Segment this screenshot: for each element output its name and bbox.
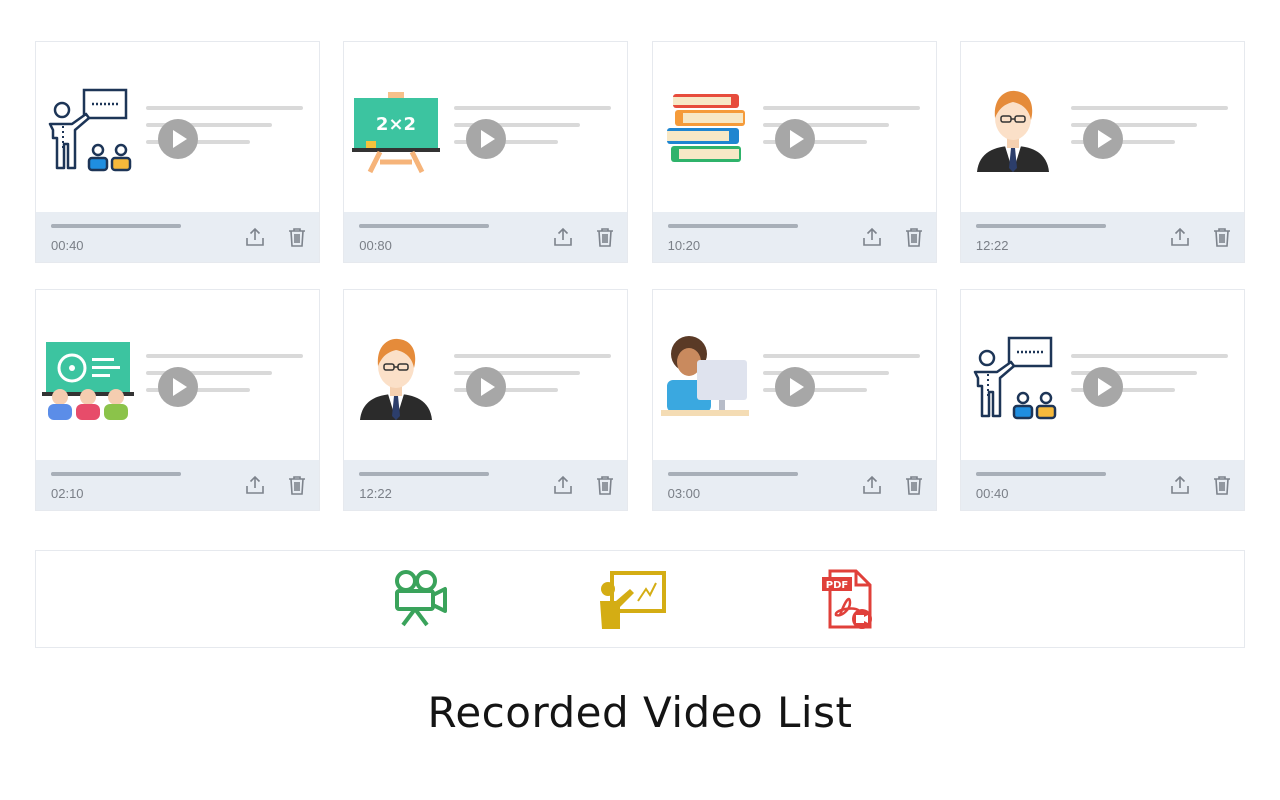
trash-icon[interactable] [1211, 474, 1233, 496]
trash-icon[interactable] [1211, 226, 1233, 248]
video-duration: 00:40 [975, 486, 1009, 501]
presentation-board-icon[interactable] [598, 571, 668, 629]
video-duration: 00:40 [51, 238, 84, 253]
card-footer: 00:40 [960, 460, 1244, 510]
video-card[interactable]: 03:00 [651, 289, 937, 511]
teacher-avatar-icon [967, 82, 1059, 174]
teacher-presenting-icon [967, 330, 1059, 422]
recording-tools-bar: PDF [35, 550, 1245, 648]
progress-bar [359, 224, 490, 228]
teacher-presenting-icon [42, 82, 134, 174]
trash-icon[interactable] [594, 226, 616, 248]
card-footer: 03:00 [652, 460, 936, 510]
upload-icon[interactable] [861, 474, 883, 496]
upload-icon[interactable] [552, 226, 574, 248]
svg-text:PDF: PDF [826, 580, 848, 591]
progress-bar [667, 224, 798, 228]
trash-icon[interactable] [286, 474, 308, 496]
play-button[interactable] [466, 367, 507, 407]
video-grid: 00:40 2×2 00:80 10:20 12:22 02:10 12:22 … [35, 41, 1245, 511]
video-duration: 00:80 [359, 238, 392, 253]
video-duration: 12:22 [975, 238, 1009, 253]
upload-icon[interactable] [244, 226, 266, 248]
progress-bar [359, 472, 490, 476]
video-duration: 10:20 [667, 238, 701, 253]
trash-icon[interactable] [903, 474, 925, 496]
trash-icon[interactable] [594, 474, 616, 496]
card-footer: 10:20 [652, 212, 936, 262]
page-title: Recorded Video List [427, 688, 853, 737]
play-button[interactable] [158, 119, 198, 159]
trash-icon[interactable] [903, 226, 925, 248]
book-stack-icon [659, 82, 751, 174]
play-button[interactable] [774, 367, 815, 407]
svg-text:2×2: 2×2 [376, 114, 416, 135]
progress-bar [51, 224, 181, 228]
progress-bar [975, 224, 1106, 228]
progress-bar [975, 472, 1106, 476]
trash-icon[interactable] [286, 226, 308, 248]
upload-icon[interactable] [244, 474, 266, 496]
upload-icon[interactable] [1169, 226, 1191, 248]
play-button[interactable] [158, 367, 198, 407]
upload-icon[interactable] [552, 474, 574, 496]
video-card[interactable]: 2×2 00:80 [343, 41, 629, 263]
video-card[interactable]: 12:22 [343, 289, 629, 511]
video-card[interactable]: 10:20 [651, 41, 937, 263]
play-button[interactable] [1082, 119, 1123, 159]
upload-icon[interactable] [861, 226, 883, 248]
card-footer: 00:80 [344, 212, 628, 262]
progress-bar [667, 472, 798, 476]
video-card[interactable]: 00:40 [35, 41, 320, 263]
video-duration: 02:10 [51, 486, 84, 501]
card-footer: 12:22 [960, 212, 1244, 262]
teacher-avatar-icon [350, 330, 442, 422]
video-card[interactable]: 00:40 [959, 289, 1245, 511]
card-footer: 00:40 [36, 212, 319, 262]
play-button[interactable] [774, 119, 815, 159]
video-camera-icon[interactable] [391, 569, 449, 629]
classroom-board-icon [42, 330, 134, 422]
card-footer: 02:10 [36, 460, 319, 510]
video-duration: 12:22 [359, 486, 392, 501]
pdf-file-icon[interactable]: PDF [820, 569, 876, 631]
upload-icon[interactable] [1169, 474, 1191, 496]
play-button[interactable] [466, 119, 507, 159]
play-button[interactable] [1082, 367, 1123, 407]
video-card[interactable]: 02:10 [35, 289, 320, 511]
card-footer: 12:22 [344, 460, 628, 510]
student-computer-icon [659, 330, 751, 422]
chalkboard-math-icon: 2×2 [350, 82, 442, 174]
video-card[interactable]: 12:22 [959, 41, 1245, 263]
video-duration: 03:00 [667, 486, 701, 501]
progress-bar [51, 472, 181, 476]
